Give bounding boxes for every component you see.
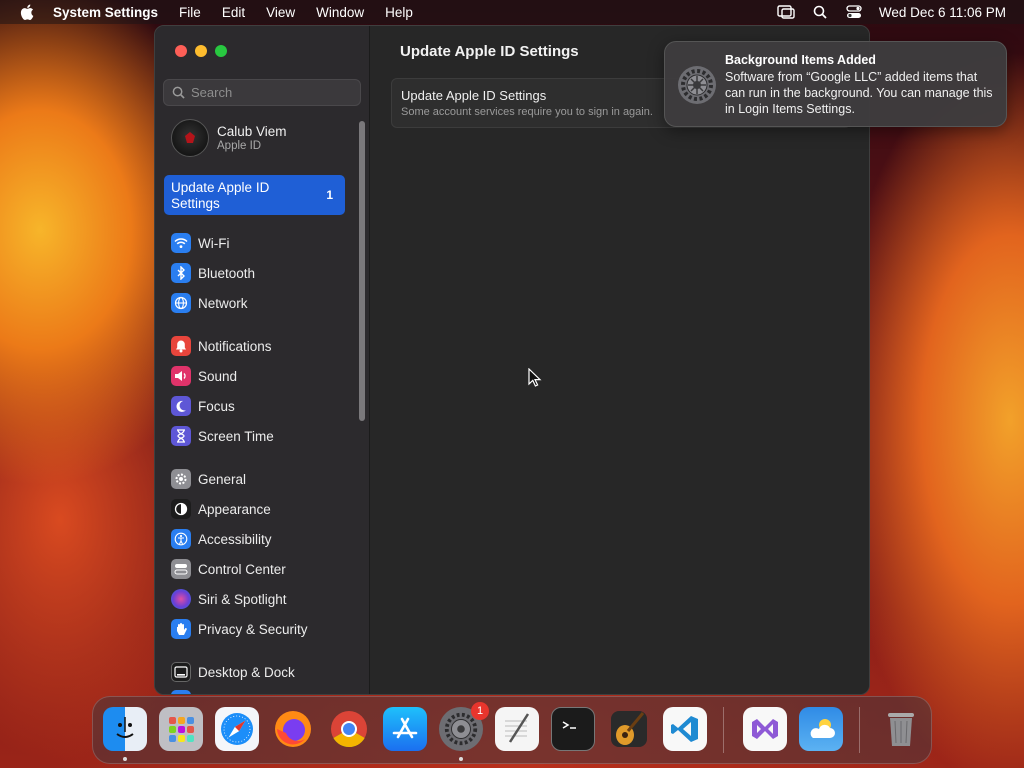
search-icon	[172, 86, 185, 99]
avatar-image-icon	[185, 132, 195, 143]
sidebar-item-appearance[interactable]: Appearance	[171, 499, 271, 519]
avatar	[171, 119, 209, 157]
notification-title: Background Items Added	[725, 53, 876, 67]
sidebar-item-label: Screen Time	[198, 428, 274, 444]
sidebar-item-label: Siri & Spotlight	[198, 591, 287, 607]
control-center-icon	[171, 559, 191, 579]
close-window-button[interactable]	[175, 45, 187, 57]
menu-edit[interactable]: Edit	[222, 5, 245, 20]
sidebar-item-accessibility[interactable]: Accessibility	[171, 529, 272, 549]
safari-icon[interactable]	[215, 707, 259, 751]
chrome-icon[interactable]	[327, 707, 371, 751]
zoom-window-button[interactable]	[215, 45, 227, 57]
menu-clock[interactable]: Wed Dec 6 11:06 PM	[879, 5, 1006, 20]
window-controls	[175, 45, 235, 57]
account-subtitle: Apple ID	[217, 140, 262, 152]
page-title: Update Apple ID Settings	[400, 43, 579, 60]
sidebar-item-control-center[interactable]: Control Center	[171, 559, 286, 579]
apple-logo-icon[interactable]	[19, 4, 35, 20]
mouse-pointer-icon	[528, 368, 542, 387]
control-center-menu-icon[interactable]	[845, 4, 863, 20]
sidebar-item-bluetooth[interactable]: Bluetooth	[171, 263, 255, 283]
sidebar-item-label: Accessibility	[198, 531, 272, 547]
sidebar-scrollbar[interactable]	[359, 121, 365, 421]
sidebar-item-siri-spotlight[interactable]: Siri & Spotlight	[171, 589, 287, 609]
search-field[interactable]: Search	[163, 79, 361, 106]
sidebar-item-label: Wi-Fi	[198, 235, 230, 251]
sidebar-item-sound[interactable]: Sound	[171, 366, 237, 386]
sidebar-item-label: Sound	[198, 368, 238, 384]
trash-icon[interactable]	[879, 707, 923, 751]
menu-file[interactable]: File	[179, 5, 201, 20]
sidebar-item-focus[interactable]: Focus	[171, 396, 235, 416]
apple-id-account[interactable]: Calub Viem Apple ID	[171, 119, 287, 157]
bell-icon	[171, 336, 191, 356]
sidebar-item-general[interactable]: General	[171, 469, 246, 489]
menu-view[interactable]: View	[266, 5, 295, 20]
dock-icon	[171, 662, 191, 682]
sidebar-item-network[interactable]: Network	[171, 293, 248, 313]
finder-icon[interactable]	[103, 707, 147, 751]
menu-help[interactable]: Help	[385, 5, 413, 20]
gear-icon	[171, 469, 191, 489]
app-store-icon[interactable]	[383, 707, 427, 751]
accessibility-icon	[171, 529, 191, 549]
sidebar-item-label: Privacy & Security	[198, 621, 308, 637]
globe-icon	[171, 293, 191, 313]
wifi-icon	[171, 233, 191, 253]
selected-label-line1: Update Apple ID	[171, 180, 270, 195]
notification-banner[interactable]: Background Items Added Software from “Go…	[664, 41, 1007, 127]
hourglass-icon	[171, 426, 191, 446]
textedit-icon[interactable]	[495, 707, 539, 751]
sidebar-item-wifi[interactable]: Wi-Fi	[171, 233, 229, 253]
sidebar-item-update-apple-id[interactable]: Update Apple ID Settings 1	[164, 175, 345, 215]
visual-studio-icon[interactable]	[743, 707, 787, 751]
sidebar-item-label: Network	[198, 295, 248, 311]
search-placeholder: Search	[191, 85, 233, 100]
launchpad-icon[interactable]	[159, 707, 203, 751]
sidebar-item-label: Desktop & Dock	[198, 664, 295, 680]
sidebar-item-label: Notifications	[198, 338, 272, 354]
minimize-window-button[interactable]	[195, 45, 207, 57]
sidebar-item-label: Focus	[198, 398, 235, 414]
sidebar-item-desktop-dock[interactable]: Desktop & Dock	[171, 662, 295, 682]
menu-app-name[interactable]: System Settings	[53, 5, 158, 20]
dock: 1	[92, 696, 932, 764]
sidebar-item-label: Bluetooth	[198, 265, 256, 281]
bluetooth-icon	[171, 263, 191, 283]
hand-icon	[171, 619, 191, 639]
sidebar-item-privacy-security[interactable]: Privacy & Security	[171, 619, 308, 639]
sidebar-item-screen-time[interactable]: Screen Time	[171, 426, 274, 446]
garageband-icon[interactable]	[607, 707, 651, 751]
firefox-icon[interactable]	[271, 707, 315, 751]
sidebar-next-item-partial[interactable]	[171, 690, 191, 694]
weather-icon[interactable]	[799, 707, 843, 751]
system-settings-running-indicator	[459, 757, 463, 761]
terminal-icon[interactable]	[551, 707, 595, 751]
speaker-icon	[171, 366, 191, 386]
selected-label-line2: Settings	[171, 196, 220, 211]
moon-icon	[171, 396, 191, 416]
appearance-icon	[171, 499, 191, 519]
update-count-badge: 1	[326, 188, 333, 202]
notification-body: Software from “Google LLC” added items t…	[725, 70, 993, 116]
dock-separator-trash	[859, 707, 860, 753]
sidebar-item-label: General	[198, 471, 247, 487]
sidebar: Search Calub Viem Apple ID Update Apple …	[155, 26, 370, 694]
spotlight-search-icon[interactable]	[811, 4, 829, 20]
sidebar-item-notifications[interactable]: Notifications	[171, 336, 272, 356]
menu-window[interactable]: Window	[316, 5, 364, 20]
system-settings-icon[interactable]: 1	[439, 702, 489, 751]
system-settings-gear-icon	[678, 66, 716, 104]
vscode-icon[interactable]	[663, 707, 707, 751]
screen-mirroring-icon[interactable]	[777, 4, 795, 20]
dock-separator	[723, 707, 724, 753]
finder-running-indicator	[123, 757, 127, 761]
sidebar-item-label: Appearance	[198, 501, 271, 517]
sidebar-item-label: Control Center	[198, 561, 286, 577]
siri-icon	[171, 589, 191, 609]
account-name: Calub Viem	[217, 124, 287, 139]
menu-bar: System Settings File Edit View Window He…	[0, 0, 1024, 24]
system-settings-badge: 1	[471, 702, 489, 720]
